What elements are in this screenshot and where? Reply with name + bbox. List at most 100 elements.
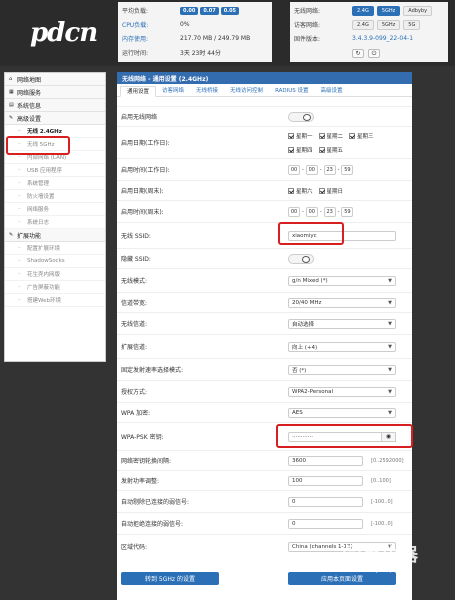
channel-row: 无线信道: 自动选择 ▼ <box>117 312 412 334</box>
group-key-input[interactable]: 3600 <box>288 455 363 466</box>
cpu-row: CPU负载: 0% <box>122 19 190 30</box>
weekend-start-hour[interactable]: 00 <box>288 206 300 217</box>
sidebar-item-firewall[interactable]: – 防火墙设置 <box>5 190 105 203</box>
ext-channel-select[interactable]: 向上 (+4) ▼ <box>288 341 396 352</box>
sidebar-item-adblock[interactable]: – 广告屏蔽功能 <box>5 281 105 294</box>
chevron-down-icon: ▼ <box>388 388 392 395</box>
wpa-encryption-select[interactable]: AES ▼ <box>288 407 396 418</box>
weekday-start-min[interactable]: 00 <box>305 164 318 175</box>
ext-channel-row: 扩展信道: 向上 (+4) ▼ <box>117 334 412 358</box>
power-icon[interactable]: ⏻ <box>368 49 380 58</box>
tab-guest[interactable]: 访客网络 <box>156 85 190 96</box>
channel-select[interactable]: 自动选择 ▼ <box>288 318 396 329</box>
weekday-days-row: 启用日期(工作日): 星期一 星期二 星期三 星期四 星期五 <box>117 126 412 158</box>
ext-channel-label: 扩展信道: <box>121 344 148 351</box>
sidebar-item-syslog[interactable]: – 系统日志 <box>5 216 105 229</box>
wednesday-checkbox[interactable]: 星期三 <box>349 132 374 140</box>
kick-rssi-row: 自动剔除已连接的弱信号: 0 [-100..0] <box>117 490 412 512</box>
guest-5g-button[interactable]: 5GHz <box>376 19 401 30</box>
weekend-days-label: 启用日期(周末): <box>121 188 164 195</box>
chevron-down-icon: ▼ <box>388 299 392 306</box>
sidebar-item-ext-env[interactable]: – 配置扩展环境 <box>5 242 105 255</box>
sidebar-item-label: 无线 2.4GHz <box>27 129 62 135</box>
enable-wireless-label: 启用无线网络 <box>121 114 158 121</box>
guest-5g-alt-button[interactable]: 5G <box>403 19 421 30</box>
weekday-time-row: 启用时间(工作日): 00- 00- 23- 59 <box>117 158 412 180</box>
enable-wireless-toggle[interactable] <box>288 111 314 122</box>
memory-label[interactable]: 内存使用: <box>122 34 180 43</box>
hide-ssid-toggle[interactable] <box>288 253 314 264</box>
router-logo-icon: ◠ <box>343 545 361 563</box>
sidebar-highlight-box <box>6 136 70 155</box>
sidebar-item-usb[interactable]: – USB 应用程序 <box>5 164 105 177</box>
txpower-row: 发射功率调整: 100 [0..100] <box>117 470 412 490</box>
chevron-down-icon: ▼ <box>388 320 392 327</box>
tab-bridge[interactable]: 无线桥接 <box>190 85 224 96</box>
auth-select[interactable]: WPA2-Personal ▼ <box>288 386 396 397</box>
sidebar-item-admin[interactable]: – 系统管理 <box>5 177 105 190</box>
sidebar-item-network-services[interactable]: ▦ 网络服务 <box>5 86 105 99</box>
wireless-5g-button[interactable]: 5GHz <box>376 5 401 16</box>
tab-advanced[interactable]: 高级设置 <box>315 85 349 96</box>
refresh-icon[interactable]: ↻ <box>352 49 364 58</box>
sidebar-item-label: 广告屏蔽功能 <box>27 285 61 291</box>
goto-5g-button[interactable]: 转到 5GHz 的设置 <box>121 572 219 585</box>
monday-checkbox[interactable]: 星期一 <box>288 132 313 140</box>
txpower-input[interactable]: 100 <box>288 475 363 486</box>
reject-rssi-hint: [-100..0] <box>371 520 393 527</box>
reject-rssi-input[interactable]: 0 <box>288 518 363 529</box>
weekday-end-hour[interactable]: 23 <box>323 164 336 175</box>
sidebar-item-extensions[interactable]: ✎ 扩展功能 <box>5 229 105 242</box>
wireless-label: 无线网络: <box>294 8 321 15</box>
uptime-value: 3天 23时 44分 <box>180 50 221 57</box>
region-label: 区域代码: <box>121 544 148 551</box>
thursday-checkbox[interactable]: 星期四 <box>288 146 313 154</box>
friday-checkbox[interactable]: 星期五 <box>318 146 343 154</box>
sidebar-item-network-map[interactable]: ⌂ 网络地图 <box>5 73 105 86</box>
tab-access-control[interactable]: 无线访问控制 <box>224 85 269 96</box>
sidebar-item-services[interactable]: – 网络服务 <box>5 203 105 216</box>
sidebar-item-oray[interactable]: – 花生壳内网版 <box>5 268 105 281</box>
sidebar-item-label: USB 应用程序 <box>27 168 63 174</box>
weekday-time-label: 启用时间(工作日): <box>121 167 170 174</box>
sidebar-item-system-info[interactable]: ▤ 系统信息 <box>5 99 105 112</box>
cpu-label[interactable]: CPU负载: <box>122 20 180 29</box>
memory-row: 内存使用: 217.70 MB / 249.79 MB <box>122 33 250 44</box>
reject-rssi-label: 自动拒绝连接的弱信号: <box>121 521 184 528</box>
tuesday-checkbox[interactable]: 星期二 <box>318 132 343 140</box>
weekend-start-min[interactable]: 00 <box>305 206 318 217</box>
wireless-mode-select[interactable]: g/n Mixed (*) ▼ <box>288 275 396 286</box>
psk-highlight-box <box>276 424 413 448</box>
sidebar-item-label: 防火墙设置 <box>27 194 55 200</box>
fixed-rate-select[interactable]: 否 (*) ▼ <box>288 364 396 375</box>
weekday-end-min[interactable]: 59 <box>341 164 354 175</box>
firmware-value[interactable]: 3.4.3.9-099_22-04-1 <box>352 35 413 42</box>
chevron-down-icon: ▼ <box>388 409 392 416</box>
watermark-title: 路由器 <box>364 545 418 566</box>
main-panel: 无线网络 - 通用设置 (2.4GHz) 通用设置 访客网络 无线桥接 无线访问… <box>117 72 412 600</box>
firmware-row: 固件版本: 3.4.3.9-099_22-04-1 <box>294 33 413 44</box>
sunday-checkbox[interactable]: 星期日 <box>318 187 343 195</box>
tab-radius[interactable]: RADIUS 设置 <box>269 85 314 96</box>
kick-rssi-label: 自动剔除已连接的弱信号: <box>121 499 190 506</box>
wrench-icon: ✎ <box>9 232 14 238</box>
sidebar-item-advanced[interactable]: ✎ 高级设置 <box>5 112 105 125</box>
tab-general[interactable]: 通用设置 <box>120 86 157 97</box>
auth-label: 授权方式: <box>121 389 148 396</box>
sidebar-item-web-env[interactable]: – 搭建Web环境 <box>5 294 105 307</box>
bandwidth-select[interactable]: 20/40 MHz ▼ <box>288 297 396 308</box>
guest-2g-button[interactable]: 2.4G <box>352 19 374 30</box>
watermark: ◠ 路由器 <box>343 541 418 567</box>
adbyby-button[interactable]: Adbyby <box>403 5 433 16</box>
system-status-panel: 平均负载: 0.00 0.07 0.05 CPU负载: 0% 内存使用: 217… <box>118 2 272 62</box>
weekend-end-min[interactable]: 59 <box>341 206 354 217</box>
wireless-2g-button[interactable]: 2.4G <box>352 5 374 16</box>
saturday-checkbox[interactable]: 星期六 <box>288 187 313 195</box>
toggle-knob <box>302 255 310 263</box>
wrench-icon: ✎ <box>9 115 14 121</box>
weekend-end-hour[interactable]: 23 <box>323 206 336 217</box>
txpower-label: 发射功率调整: <box>121 478 160 485</box>
weekday-start-hour[interactable]: 00 <box>288 164 300 175</box>
kick-rssi-input[interactable]: 0 <box>288 496 363 507</box>
sidebar-item-shadowsocks[interactable]: – ShadowSocks <box>5 255 105 268</box>
